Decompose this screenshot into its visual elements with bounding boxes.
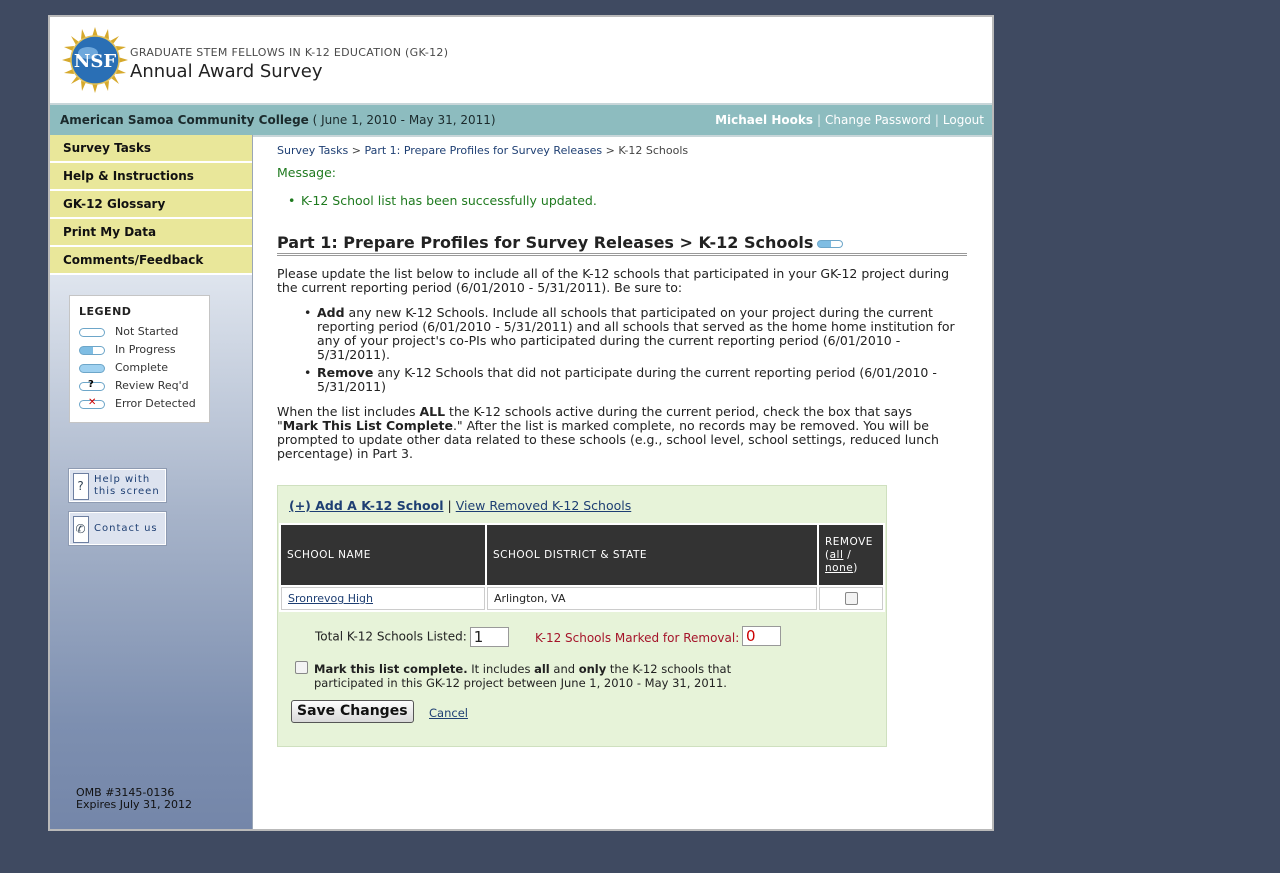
- app-title: Annual Award Survey: [130, 61, 323, 82]
- panel-links: (+) Add A K-12 School | View Removed K-1…: [289, 498, 632, 513]
- legend-row: In Progress: [79, 341, 209, 359]
- instruction-list: Add any new K-12 Schools. Include all sc…: [304, 306, 967, 398]
- select-all-link[interactable]: all: [830, 549, 844, 561]
- breadcrumb-survey-tasks[interactable]: Survey Tasks: [277, 144, 348, 157]
- institution-info: American Samoa Community College ( June …: [60, 105, 496, 135]
- sidebar-item-help[interactable]: Help & Instructions: [50, 163, 252, 191]
- removal-count: 0: [739, 626, 781, 646]
- reporting-period: ( June 1, 2010 - May 31, 2011): [312, 113, 496, 127]
- legend-title: LEGEND: [79, 305, 132, 318]
- breadcrumb: Survey Tasks > Part 1: Prepare Profiles …: [277, 144, 689, 157]
- sidebar: Survey Tasks Help & Instructions GK-12 G…: [50, 135, 253, 829]
- program-name: GRADUATE STEM FELLOWS IN K-12 EDUCATION …: [130, 46, 449, 59]
- school-name-cell: Sronrevog High: [281, 587, 485, 610]
- nsf-logo-icon: NSF: [62, 27, 128, 93]
- remove-checkbox[interactable]: [844, 592, 858, 606]
- select-none-link[interactable]: none: [825, 562, 853, 574]
- list-item: Remove any K-12 Schools that did not par…: [304, 366, 967, 394]
- status-legend: LEGEND Not Started In Progress Complete …: [69, 295, 210, 423]
- column-header-school-name: SCHOOL NAME: [281, 525, 485, 585]
- in-progress-icon: [817, 239, 844, 248]
- completion-instructions: When the list includes ALL the K-12 scho…: [277, 404, 939, 461]
- question-icon: ?: [73, 473, 89, 500]
- save-changes-button[interactable]: Save Changes: [291, 700, 414, 723]
- removal-count-field[interactable]: 0: [742, 626, 781, 646]
- sidebar-item-print[interactable]: Print My Data: [50, 219, 252, 247]
- institution-name: American Samoa Community College: [60, 113, 309, 127]
- mark-complete-checkbox[interactable]: [295, 661, 308, 674]
- success-message: K-12 School list has been successfully u…: [288, 193, 597, 208]
- school-link[interactable]: Sronrevog High: [288, 592, 373, 605]
- logout-link[interactable]: Logout: [943, 113, 984, 127]
- user-menu: Michael Hooks | Change Password | Logout: [715, 113, 984, 127]
- sidebar-item-feedback[interactable]: Comments/Feedback: [50, 247, 252, 275]
- legend-row: Complete: [79, 359, 209, 377]
- column-header-district: SCHOOL DISTRICT & STATE: [487, 525, 817, 585]
- list-item: Add any new K-12 Schools. Include all sc…: [304, 306, 967, 362]
- phone-icon: ✆: [73, 516, 89, 543]
- breadcrumb-part1[interactable]: Part 1: Prepare Profiles for Survey Rele…: [364, 144, 602, 157]
- error-detected-icon: ✕: [79, 397, 105, 409]
- schools-panel: (+) Add A K-12 School | View Removed K-1…: [277, 485, 887, 747]
- page-title: Part 1: Prepare Profiles for Survey Rele…: [277, 233, 967, 256]
- review-required-icon: ?: [79, 379, 105, 391]
- in-progress-icon: [79, 346, 105, 355]
- legend-row: Not Started: [79, 323, 209, 341]
- legend-row: ? Review Req'd: [79, 377, 209, 395]
- total-schools: Total K-12 Schools Listed: 1: [315, 627, 509, 647]
- page-frame: NSF GRADUATE STEM FELLOWS IN K-12 EDUCAT…: [48, 15, 994, 831]
- removal-count-label: K-12 Schools Marked for Removal:: [535, 631, 740, 645]
- schools-table: SCHOOL NAME SCHOOL DISTRICT & STATE REMO…: [279, 523, 885, 612]
- view-removed-link[interactable]: View Removed K-12 Schools: [456, 498, 632, 513]
- not-started-icon: [79, 328, 105, 337]
- breadcrumb-current: K-12 Schools: [618, 144, 689, 157]
- change-password-link[interactable]: Change Password: [825, 113, 931, 127]
- complete-icon: [79, 364, 105, 373]
- intro-text: Please update the list below to include …: [277, 266, 950, 295]
- legend-row: ✕ Error Detected: [79, 395, 209, 413]
- omb-notice: OMB #3145-0136 Expires July 31, 2012: [76, 786, 193, 811]
- district-cell: Arlington, VA: [487, 587, 817, 610]
- institution-bar: American Samoa Community College ( June …: [50, 103, 992, 137]
- table-row: Sronrevog High Arlington, VA: [281, 587, 883, 610]
- contact-us-button[interactable]: ✆ Contact us: [69, 512, 166, 545]
- user-name-link[interactable]: Michael Hooks: [715, 113, 813, 127]
- mark-complete-label: Mark this list complete. It includes all…: [314, 662, 732, 690]
- column-header-remove: REMOVE (all / none): [819, 525, 883, 585]
- total-schools-field[interactable]: 1: [469, 627, 509, 647]
- cancel-link[interactable]: Cancel: [429, 706, 468, 720]
- add-school-link[interactable]: (+) Add A K-12 School: [289, 498, 444, 513]
- sidebar-item-survey-tasks[interactable]: Survey Tasks: [50, 135, 252, 163]
- remove-cell: [819, 587, 883, 610]
- message-label: Message:: [277, 165, 336, 180]
- sidebar-item-glossary[interactable]: GK-12 Glossary: [50, 191, 252, 219]
- help-with-screen-button[interactable]: ? Help with this screen: [69, 469, 166, 502]
- svg-text:NSF: NSF: [74, 51, 116, 72]
- header: NSF GRADUATE STEM FELLOWS IN K-12 EDUCAT…: [50, 17, 992, 103]
